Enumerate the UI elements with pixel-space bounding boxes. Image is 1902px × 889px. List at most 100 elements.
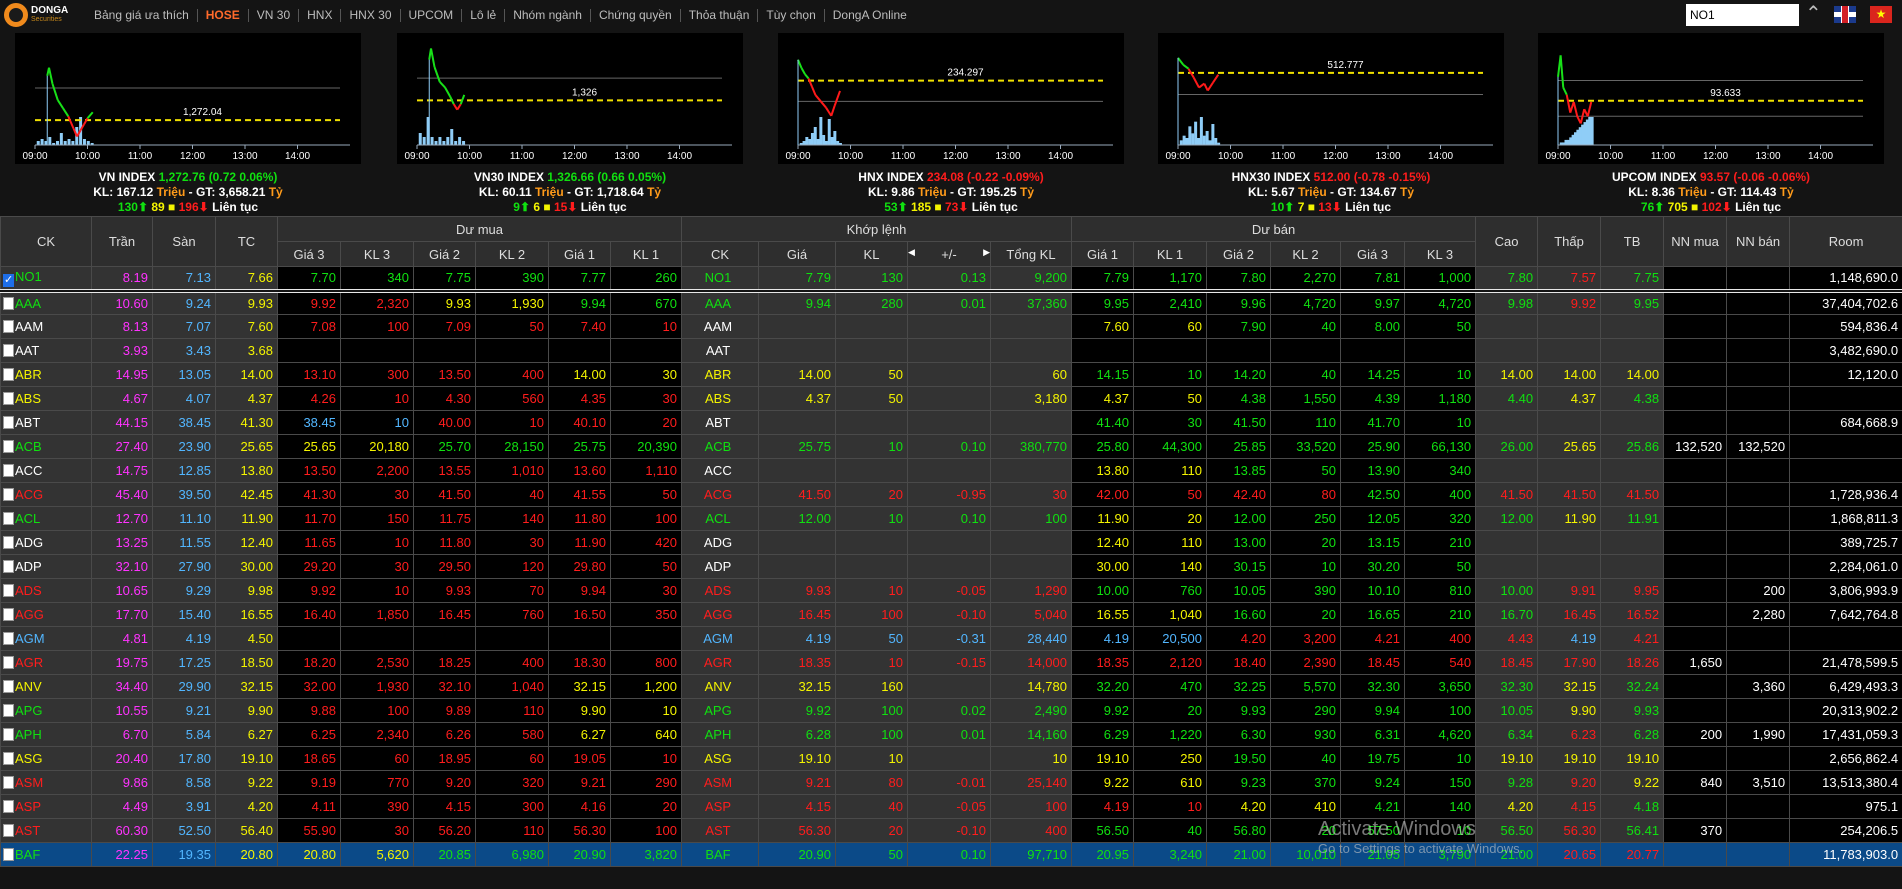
symbol-cell[interactable]: ACG <box>0 482 92 507</box>
row-checkbox[interactable] <box>3 656 14 669</box>
nav-item[interactable]: UPCOM <box>401 8 463 22</box>
header-foreign-buy[interactable]: NN mua <box>1663 216 1728 267</box>
match-symbol[interactable]: AGR <box>681 650 759 675</box>
stock-row[interactable]: ADP 32.10 27.90 30.00 29.20 30 29.50 120 29.80 50… <box>0 554 1902 579</box>
header-match-col[interactable]: Giá <box>758 241 836 267</box>
symbol-cell[interactable]: ASG <box>0 746 92 771</box>
stock-row[interactable]: AST 60.30 52.50 56.40 55.90 30 56.20 110 56.30 10… <box>0 818 1902 843</box>
stock-row[interactable]: ABR 14.95 13.05 14.00 13.10 300 13.50 400 14.00 3… <box>0 362 1902 387</box>
header-sell-col[interactable]: KL 1 <box>1133 241 1207 267</box>
row-checkbox[interactable] <box>3 632 14 645</box>
match-symbol[interactable]: AST <box>681 818 759 843</box>
stock-row[interactable]: APH 6.70 5.84 6.27 6.25 2,340 6.26 580 6.27 640 AP… <box>0 722 1902 747</box>
header-foreign-sell[interactable]: NN bán <box>1726 216 1791 267</box>
row-checkbox[interactable] <box>3 320 14 333</box>
stock-row[interactable]: ABT 44.15 38.45 41.30 38.45 10 40.00 10 40.10 20 A… <box>0 410 1902 435</box>
match-symbol[interactable]: ADP <box>681 554 759 579</box>
match-symbol[interactable]: ACG <box>681 482 759 507</box>
index-chart[interactable]: 1,272.04 09:00 10:00 11:00 12:00 13:00 14:00 <box>15 33 361 164</box>
symbol-cell[interactable]: ADP <box>0 554 92 579</box>
stock-row[interactable]: ACC 14.75 12.85 13.80 13.50 2,200 13.55 1,010 13… <box>0 458 1902 483</box>
header-match-col[interactable]: KL <box>835 241 908 267</box>
header-room[interactable]: Room <box>1789 216 1902 267</box>
header-group-match[interactable]: Khớp lệnh <box>681 216 1072 242</box>
stock-row[interactable]: ANV 34.40 29.90 32.15 32.00 1,930 32.10 1,040 32… <box>0 674 1902 699</box>
stock-row[interactable]: AAT 3.93 3.43 3.68 AAT 3,482,690.0 <box>0 338 1902 363</box>
header-buy-col[interactable]: KL 1 <box>610 241 682 267</box>
nav-item[interactable]: Chứng quyền <box>591 8 681 22</box>
header-buy-col[interactable]: Giá 1 <box>548 241 611 267</box>
nav-item[interactable]: Bảng giá ưa thích <box>86 8 198 22</box>
stock-row[interactable]: ASG 20.40 17.80 19.10 18.65 60 18.95 60 19.05 10 A… <box>0 746 1902 771</box>
header-buy-col[interactable]: KL 3 <box>340 241 414 267</box>
header-ck[interactable]: CK <box>0 216 92 267</box>
row-checkbox[interactable] <box>3 392 14 405</box>
nav-item[interactable]: Nhóm ngành <box>505 8 591 22</box>
row-checkbox[interactable] <box>3 344 14 357</box>
symbol-cell[interactable]: BAF <box>0 842 92 867</box>
row-checkbox[interactable] <box>3 704 14 717</box>
collapse-chevron-up-icon[interactable]: ⌃ <box>1805 3 1822 25</box>
symbol-cell[interactable]: AAM <box>0 314 92 339</box>
row-checkbox[interactable] <box>3 848 14 861</box>
index-chart[interactable]: 1,326 09:00 10:00 11:00 12:00 13:00 14:00 <box>397 33 743 164</box>
row-checkbox[interactable] <box>3 824 14 837</box>
match-symbol[interactable]: BAF <box>681 842 759 867</box>
match-symbol[interactable]: ABT <box>681 410 759 435</box>
row-checkbox[interactable] <box>3 608 14 621</box>
index-chart[interactable]: 512.777 09:00 10:00 11:00 12:00 13:00 14:00 <box>1158 33 1504 164</box>
nav-item[interactable]: Tùy chọn <box>758 8 825 22</box>
symbol-cell[interactable]: ABR <box>0 362 92 387</box>
nav-item[interactable]: VN 30 <box>249 8 300 22</box>
row-checkbox[interactable] <box>3 536 14 549</box>
header-sell-col[interactable]: Giá 2 <box>1206 241 1271 267</box>
match-symbol[interactable]: ASP <box>681 794 759 819</box>
match-symbol[interactable]: AAM <box>681 314 759 339</box>
stock-row[interactable]: ✓ NO1 8.19 7.13 7.66 7.70 340 7.75 390 7.77 260 NO1… <box>0 266 1902 293</box>
row-checkbox[interactable]: ✓ <box>3 273 14 287</box>
header-buy-col[interactable]: Giá 3 <box>277 241 341 267</box>
stock-row[interactable]: ASP 4.49 3.91 4.20 4.11 390 4.15 300 4.16 20 ASP 4.… <box>0 794 1902 819</box>
index-chart[interactable]: 93.633 09:00 10:00 11:00 12:00 13:00 14:00 <box>1538 33 1884 164</box>
match-symbol[interactable]: ABR <box>681 362 759 387</box>
symbol-cell[interactable]: ADG <box>0 530 92 555</box>
symbol-cell[interactable]: AAA <box>0 290 92 315</box>
nav-item[interactable]: HNX 30 <box>341 8 401 22</box>
stock-row[interactable]: AAM 8.13 7.07 7.60 7.08 100 7.09 50 7.40 10 AAM 7.6… <box>0 314 1902 339</box>
symbol-cell[interactable]: AGM <box>0 626 92 651</box>
header-sell-col[interactable]: Giá 3 <box>1340 241 1405 267</box>
stock-row[interactable]: ACB 27.40 23.90 25.65 25.65 20,180 25.70 28,150… <box>0 434 1902 459</box>
match-symbol[interactable]: ASM <box>681 770 759 795</box>
symbol-cell[interactable]: AGR <box>0 650 92 675</box>
header-sell-col[interactable]: KL 3 <box>1403 241 1477 267</box>
symbol-cell[interactable]: ✓ NO1 <box>0 266 92 293</box>
symbol-cell[interactable]: AGG <box>0 602 92 627</box>
nav-item[interactable]: Thỏa thuận <box>681 8 759 22</box>
row-checkbox[interactable] <box>3 728 14 741</box>
symbol-cell[interactable]: APH <box>0 722 92 747</box>
row-checkbox[interactable] <box>3 416 14 429</box>
header-low[interactable]: Thấp <box>1537 216 1602 267</box>
row-checkbox[interactable] <box>3 584 14 597</box>
header-group-buy[interactable]: Dư mua <box>277 216 682 242</box>
stock-row[interactable]: ADS 10.65 9.29 9.98 9.92 10 9.93 70 9.94 30 ADS 9.9… <box>0 578 1902 603</box>
row-checkbox[interactable] <box>3 488 14 501</box>
match-symbol[interactable]: ACB <box>681 434 759 459</box>
donga-logo[interactable]: DONGA Securities <box>0 0 78 30</box>
match-symbol[interactable]: APG <box>681 698 759 723</box>
symbol-cell[interactable]: ADS <box>0 578 92 603</box>
index-chart[interactable]: 234.297 09:00 10:00 11:00 12:00 13:00 14:00 <box>778 33 1124 164</box>
stock-row[interactable]: AGG 17.70 15.40 16.55 16.40 1,850 16.45 760 16.5… <box>0 602 1902 627</box>
match-symbol[interactable]: ADS <box>681 578 759 603</box>
symbol-cell[interactable]: ABT <box>0 410 92 435</box>
vietnamese-flag-icon[interactable]: ★ <box>1870 6 1892 23</box>
match-symbol[interactable]: ACC <box>681 458 759 483</box>
row-checkbox[interactable] <box>3 512 14 525</box>
header-floor[interactable]: Sàn <box>152 216 216 267</box>
english-flag-icon[interactable] <box>1834 6 1856 23</box>
row-checkbox[interactable] <box>3 680 14 693</box>
stock-row[interactable]: BAF 22.25 19.35 20.80 20.80 5,620 20.85 6,980 20… <box>0 842 1902 867</box>
header-sell-col[interactable]: Giá 1 <box>1071 241 1134 267</box>
match-symbol[interactable]: AGM <box>681 626 759 651</box>
header-average[interactable]: TB <box>1600 216 1665 267</box>
